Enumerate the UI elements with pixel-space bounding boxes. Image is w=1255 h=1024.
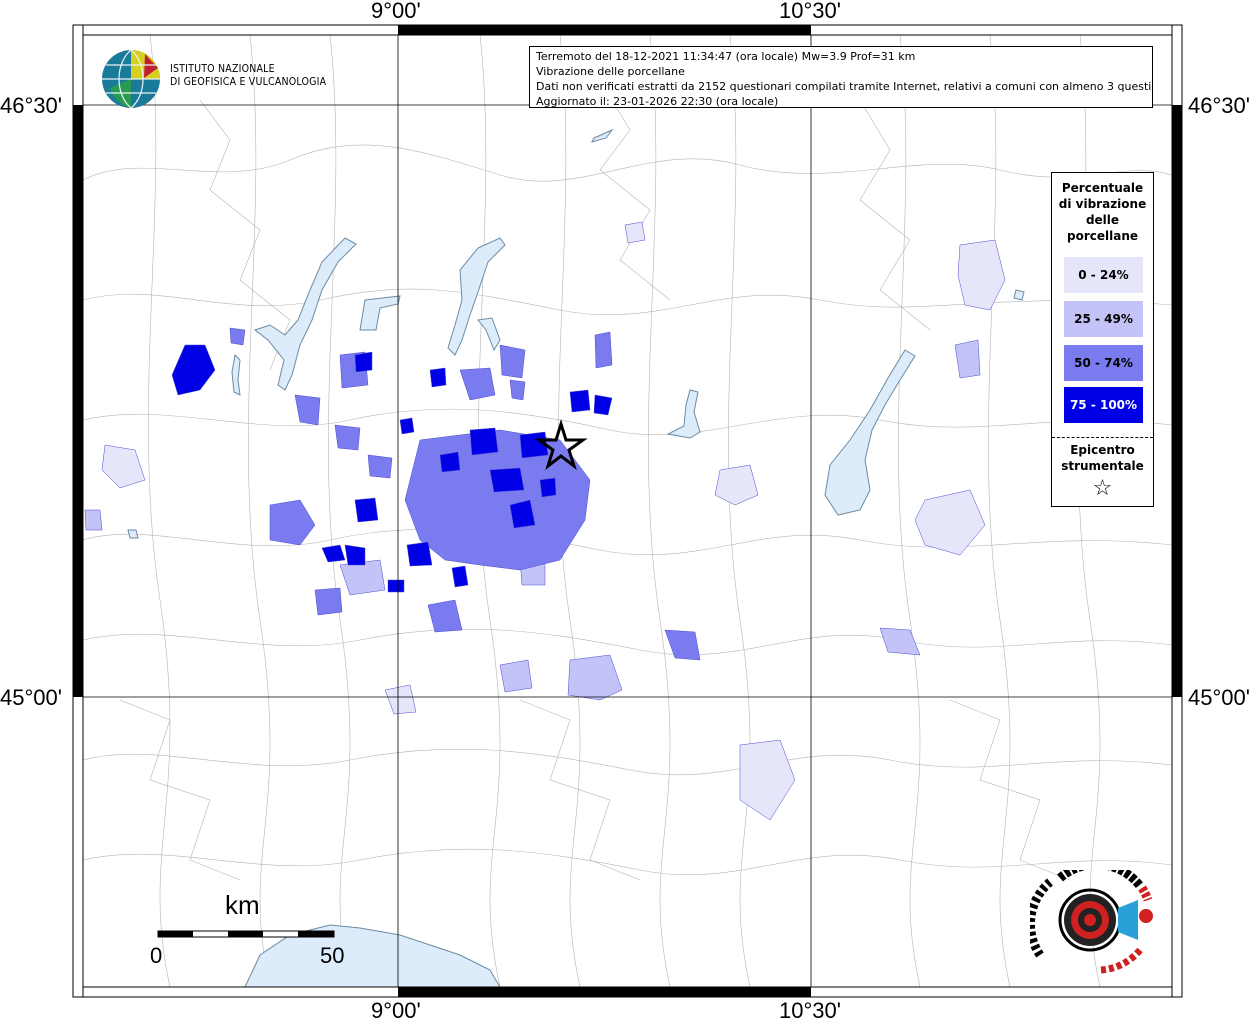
scale-max: 50: [320, 943, 345, 968]
legend-star-icon: ☆: [1092, 476, 1113, 501]
lon-tick-bottom-1: 9°00': [371, 998, 421, 1023]
scale-bar: [157, 930, 335, 938]
legend-separator: [1052, 437, 1153, 438]
lon-tick-bottom-2: 10°30': [779, 998, 841, 1023]
event-info-box: Terremoto del 18-12-2021 11:34:47 (ora l…: [529, 46, 1153, 108]
legend-epicenter-label: Epicentro strumentale: [1061, 443, 1144, 473]
scale-min: 0: [150, 943, 163, 968]
legend-class-75-100: 75 - 100%: [1064, 387, 1143, 423]
legend-class-25-49: 25 - 49%: [1064, 301, 1143, 337]
lat-tick-left-1: 46°30': [0, 93, 62, 118]
lake-small-3: [127, 529, 139, 539]
haisentito-logo-icon: [1030, 870, 1153, 974]
legend-title: Percentuale di vibrazione delle porcella…: [1058, 181, 1147, 243]
legend-class-50-74: 50 - 74%: [1064, 345, 1143, 381]
ingv-name: ISTITUTO NAZIONALE DI GEOFISICA E VULCAN…: [170, 63, 327, 88]
event-parameter: Vibrazione delle porcellane: [536, 65, 685, 78]
legend: Percentuale di vibrazione delle porcella…: [1051, 172, 1154, 507]
lat-tick-right-2: 45°00': [1188, 685, 1250, 710]
event-title: Terremoto del 18-12-2021 11:34:47 (ora l…: [536, 50, 916, 63]
scale-unit: km: [225, 890, 260, 920]
legend-class-0-24: 0 - 24%: [1064, 257, 1143, 293]
lat-tick-right-1: 46°30': [1188, 93, 1250, 118]
lat-tick-left-2: 45°00': [0, 685, 62, 710]
lon-tick-top-2: 10°30': [779, 0, 841, 23]
event-updated: Aggiornato il: 23-01-2026 22:30 (ora loc…: [536, 95, 779, 108]
event-source-note: Dati non verificati estratti da 2152 que…: [536, 80, 1153, 93]
lon-tick-top-1: 9°00': [371, 0, 421, 23]
lake-small-2: [1013, 289, 1025, 301]
